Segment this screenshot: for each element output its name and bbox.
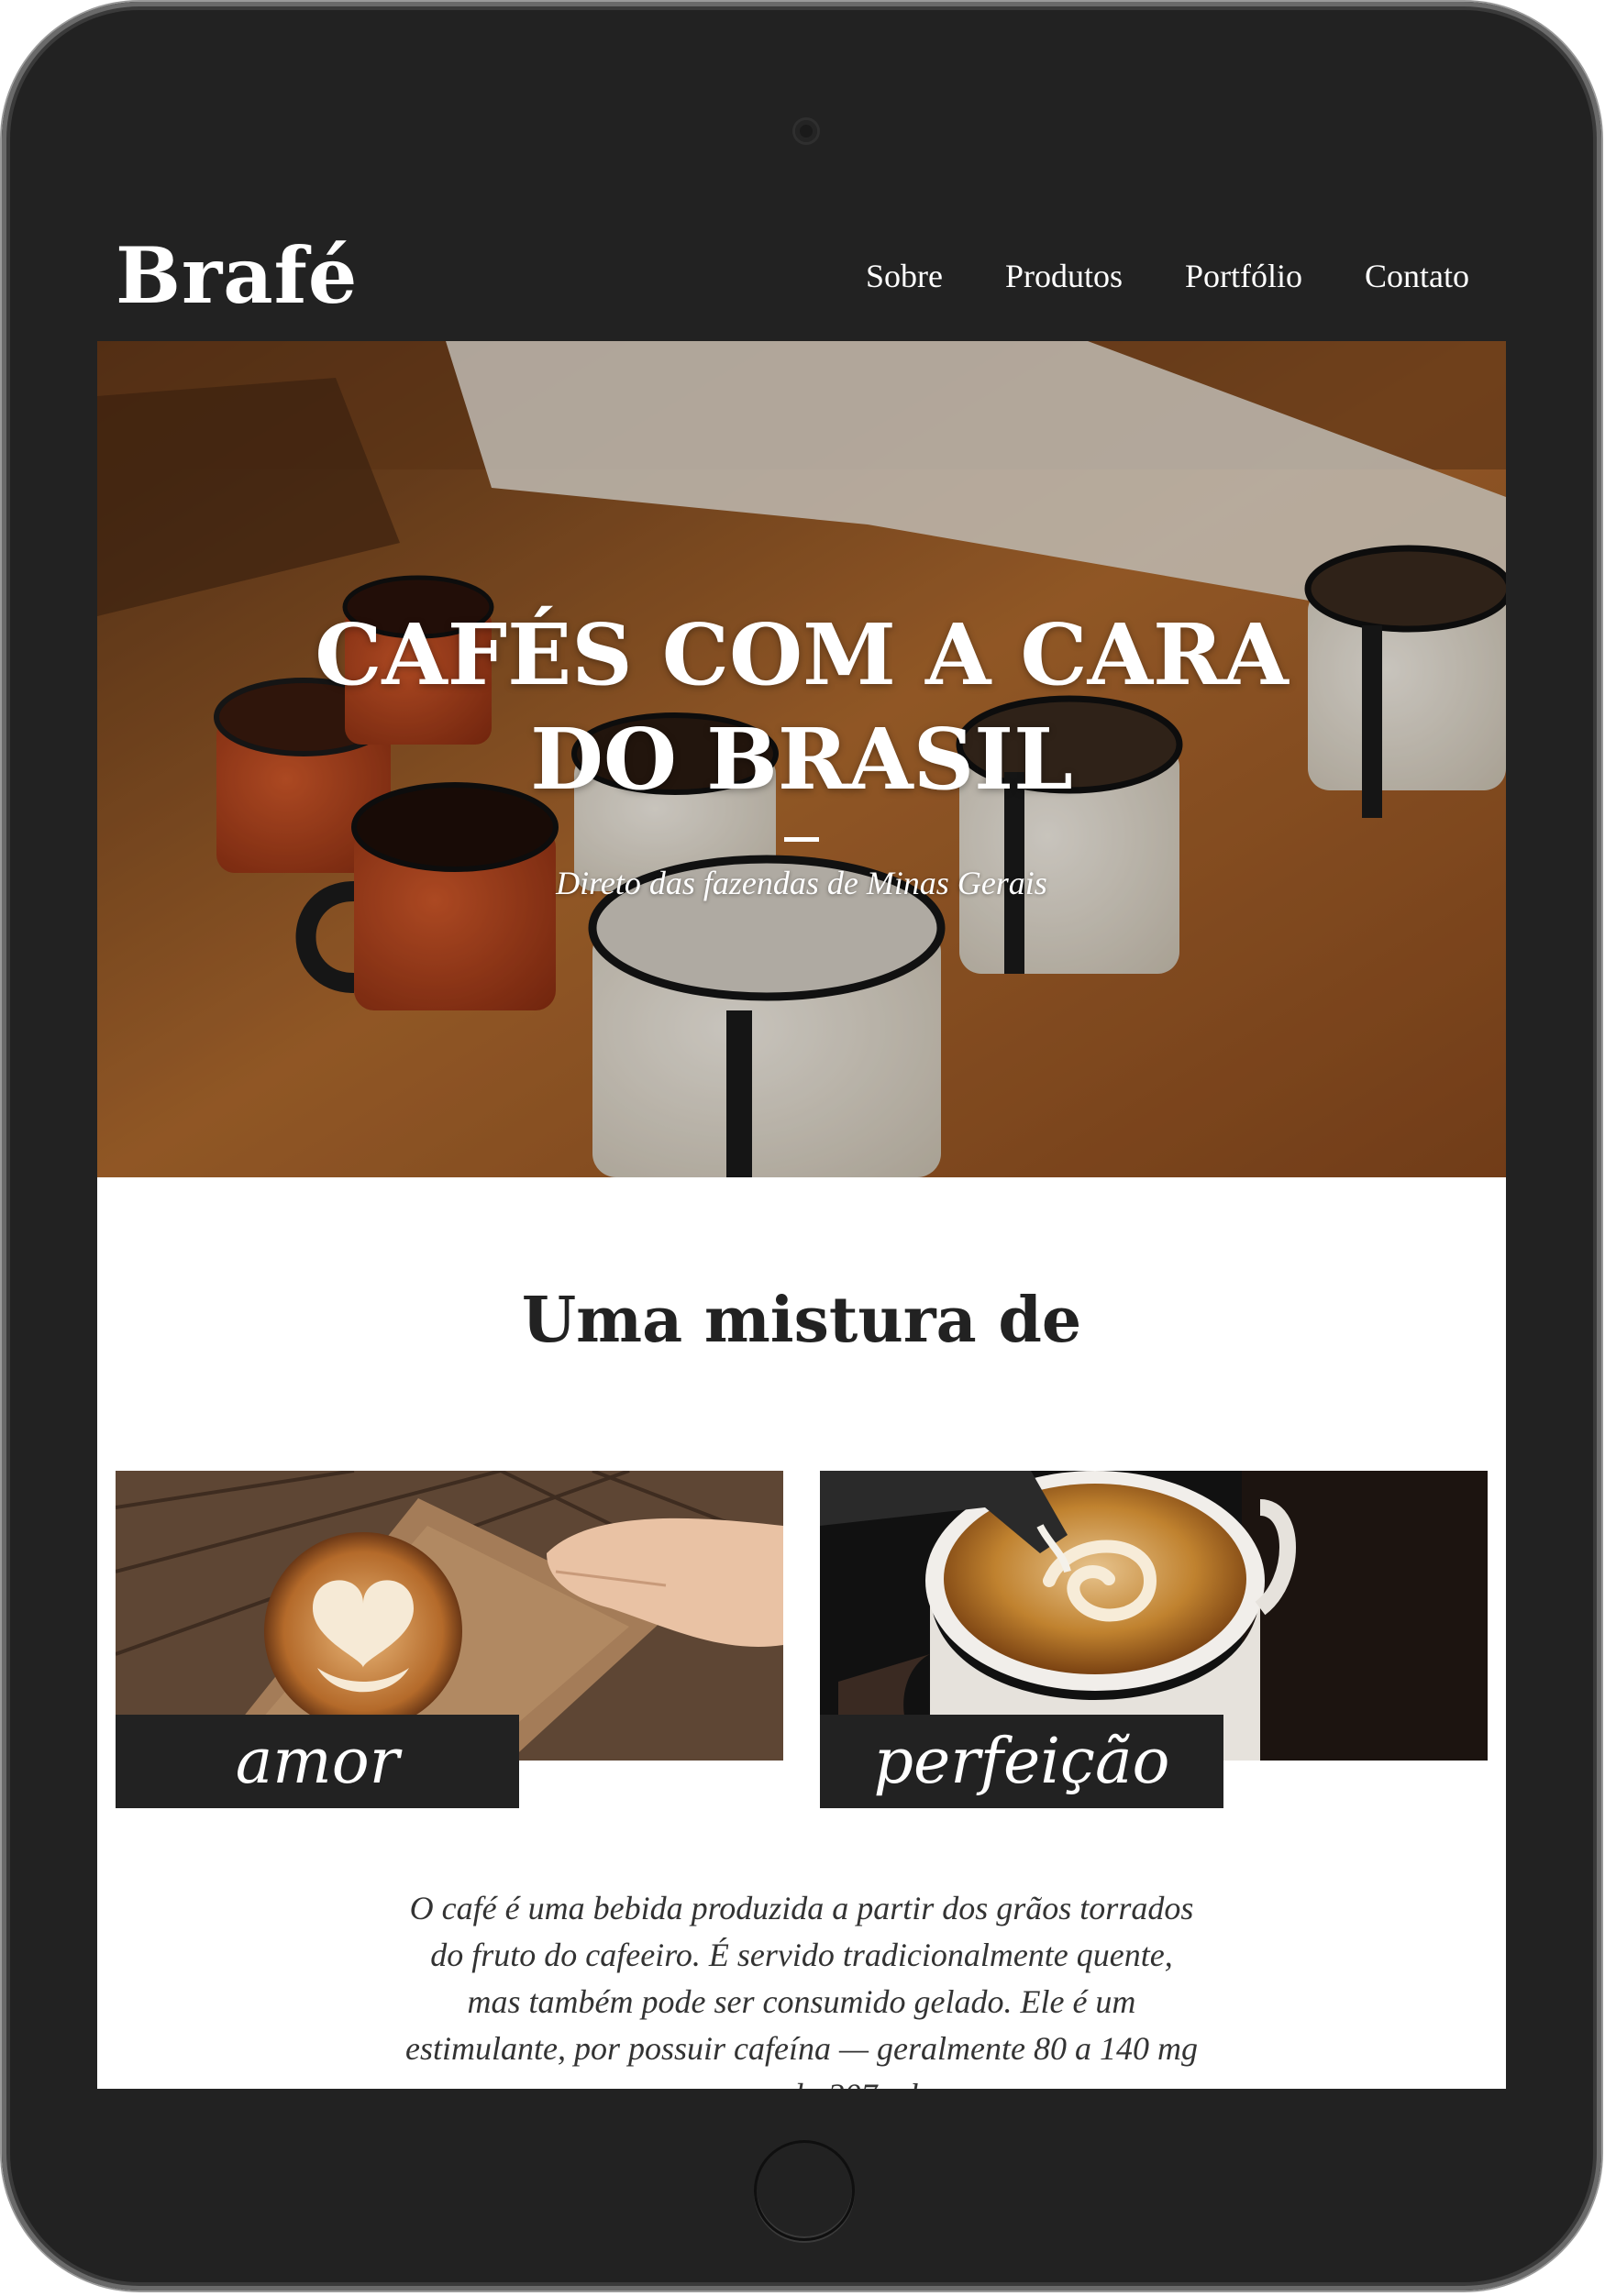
front-camera — [792, 117, 820, 145]
nav-link-portfolio[interactable]: Portfólio — [1185, 257, 1302, 295]
coffee-description: O café é uma bebida produzida a partir d… — [405, 1890, 1198, 2089]
card-label-perfeicao: perfeição — [820, 1715, 1223, 1808]
site-header: Brafé Sobre Produtos Portfólio Contato — [97, 211, 1506, 341]
hero-subtitle: Direto das fazendas de Minas Gerais — [556, 864, 1047, 901]
main-nav: Sobre Produtos Portfólio Contato — [866, 257, 1469, 295]
hero-divider — [784, 836, 819, 842]
nav-link-produtos[interactable]: Produtos — [1005, 257, 1123, 295]
card-label-amor: amor — [116, 1715, 519, 1808]
brand-logo[interactable]: Brafé — [116, 237, 358, 315]
hero-content: CAFÉS COM A CARA DO BRASIL Direto das fa… — [97, 341, 1506, 1177]
device-screen: Brafé Sobre Produtos Portfólio Contato C… — [97, 211, 1506, 2089]
mix-section-title: Uma mistura de — [521, 1284, 1082, 1357]
tablet-frame: Brafé Sobre Produtos Portfólio Contato C… — [2, 2, 1601, 2290]
hero-banner: CAFÉS COM A CARA DO BRASIL Direto das fa… — [97, 341, 1506, 1177]
nav-link-sobre[interactable]: Sobre — [866, 257, 943, 295]
card-perfeicao[interactable]: perfeição — [820, 1471, 1488, 1808]
home-button[interactable] — [754, 2140, 855, 2241]
hero-title: CAFÉS COM A CARA DO BRASIL — [315, 604, 1289, 809]
card-amor[interactable]: amor — [116, 1471, 783, 1808]
nav-link-contato[interactable]: Contato — [1365, 257, 1469, 295]
